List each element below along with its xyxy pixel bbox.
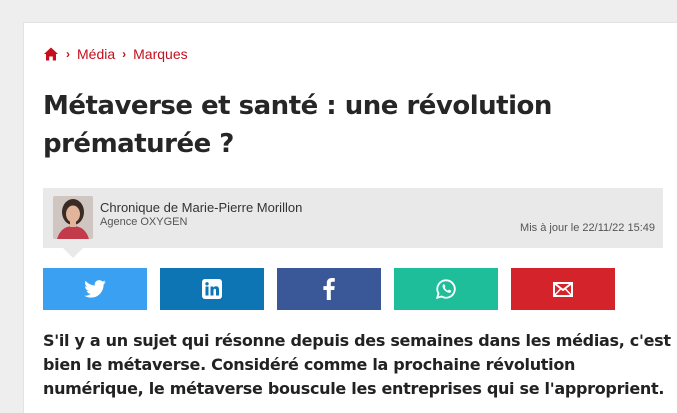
article-card: › Média › Marques Métaverse et santé : u… <box>23 22 677 413</box>
share-bar <box>43 268 615 310</box>
breadcrumb-separator: › <box>122 47 127 61</box>
share-whatsapp-button[interactable] <box>394 268 498 310</box>
update-timestamp: Mis à jour le 22/11/22 15:49 <box>520 222 655 234</box>
linkedin-icon <box>202 279 222 299</box>
article-title: Métaverse et santé : une révolution prém… <box>43 91 552 159</box>
twitter-icon <box>84 280 106 298</box>
author-agency: Agence OXYGEN <box>100 216 188 228</box>
whatsapp-icon <box>435 279 456 300</box>
breadcrumb-link-media[interactable]: Média <box>77 46 115 62</box>
author-byline[interactable]: Chronique de Marie-Pierre Morillon <box>100 200 302 215</box>
author-box: Chronique de Marie-Pierre Morillon Agenc… <box>43 188 663 258</box>
facebook-icon <box>323 278 335 300</box>
breadcrumb-separator: › <box>66 47 70 61</box>
share-twitter-button[interactable] <box>43 268 147 310</box>
avatar[interactable] <box>53 196 93 239</box>
share-email-button[interactable] <box>511 268 615 310</box>
mail-icon <box>553 281 573 297</box>
breadcrumb: › Média › Marques <box>43 46 188 62</box>
share-facebook-button[interactable] <box>277 268 381 310</box>
breadcrumb-link-marques[interactable]: Marques <box>133 46 187 62</box>
share-linkedin-button[interactable] <box>160 268 264 310</box>
article-intro: S'il y a un sujet qui résonne depuis des… <box>43 331 671 398</box>
home-icon[interactable] <box>43 46 59 62</box>
